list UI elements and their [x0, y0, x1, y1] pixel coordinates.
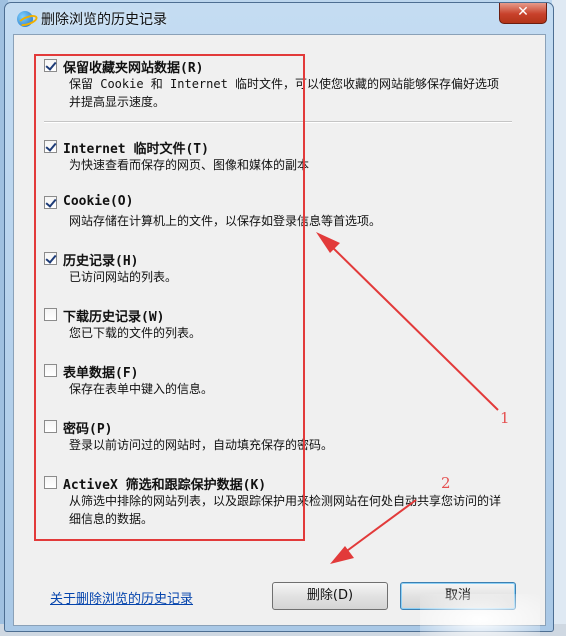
delete-history-dialog: 删除浏览的历史记录 ✕ 保留收藏夹网站数据(R) 保留 Cookie 和 Int… — [4, 2, 554, 632]
checkbox-activex-tracking[interactable] — [44, 476, 57, 489]
title-bar: 删除浏览的历史记录 ✕ — [5, 3, 553, 33]
option-description: 您已下载的文件的列表。 — [69, 326, 202, 340]
close-button[interactable]: ✕ — [499, 3, 547, 24]
dialog-title: 删除浏览的历史记录 — [41, 12, 167, 28]
checkbox-cookies[interactable] — [44, 196, 57, 209]
annotation-label-1: 1 — [500, 409, 510, 427]
checkbox-history[interactable] — [44, 252, 57, 265]
option-title: 下载历史记录(W) — [63, 310, 165, 325]
option-title: 保留收藏夹网站数据(R) — [63, 61, 204, 76]
option-description: 登录以前访问过的网站时，自动填充保存的密码。 — [69, 438, 334, 452]
option-description: 网站存储在计算机上的文件，以保存如登录信息等首选项。 — [69, 214, 382, 228]
dialog-content: 保留收藏夹网站数据(R) 保留 Cookie 和 Internet 临时文件，可… — [13, 34, 546, 626]
option-title: Cookie(O) — [63, 194, 134, 209]
option-description: 保存在表单中键入的信息。 — [69, 382, 214, 396]
option-title: 密码(P) — [63, 422, 113, 437]
option-title: 表单数据(F) — [63, 366, 139, 381]
delete-button[interactable]: 删除(D) — [272, 582, 388, 610]
checkbox-passwords[interactable] — [44, 420, 57, 433]
blurred-area — [420, 594, 540, 636]
checkbox-download-history[interactable] — [44, 308, 57, 321]
option-description: 从筛选中排除的网站列表，以及跟踪保护用来检测网站在何处自动共享您访问的详细信息的… — [69, 494, 502, 526]
annotation-label-2: 2 — [441, 474, 451, 492]
option-description: 已访问网站的列表。 — [69, 270, 178, 284]
option-title: 历史记录(H) — [63, 254, 139, 269]
option-description: 保留 Cookie 和 Internet 临时文件，可以使您收藏的网站能够保存偏… — [69, 77, 500, 109]
checkbox-temp-files[interactable] — [44, 140, 57, 153]
separator — [44, 121, 512, 123]
option-title: Internet 临时文件(T) — [63, 142, 209, 157]
checkbox-preserve-favorites[interactable] — [44, 59, 57, 72]
background-edge-right — [552, 0, 566, 636]
option-title: ActiveX 筛选和跟踪保护数据(K) — [63, 478, 267, 493]
option-description: 为快速查看而保存的网页、图像和媒体的副本 — [69, 158, 310, 172]
internet-explorer-icon — [17, 11, 33, 27]
checkbox-form-data[interactable] — [44, 364, 57, 377]
help-link[interactable]: 关于删除浏览的历史记录 — [50, 588, 193, 607]
